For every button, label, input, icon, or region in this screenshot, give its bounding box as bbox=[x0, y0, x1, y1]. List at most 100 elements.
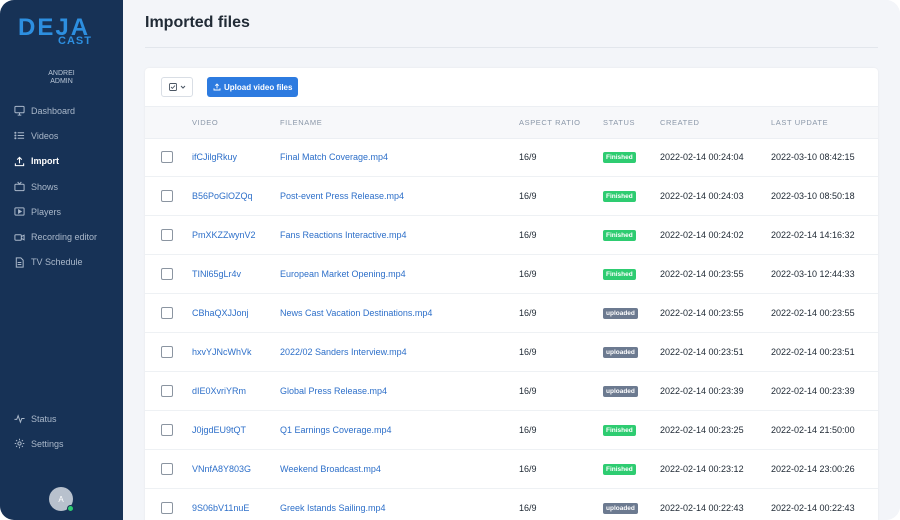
aspect-ratio: 16/9 bbox=[519, 191, 537, 201]
column-header-created[interactable]: CREATED bbox=[660, 107, 699, 138]
created-date: 2022-02-14 00:23:25 bbox=[660, 425, 744, 435]
sidebar-item-label: Recording editor bbox=[31, 232, 98, 243]
logo[interactable]: DEJA CAST bbox=[18, 16, 106, 47]
sidebar-item-status[interactable]: Status bbox=[0, 406, 123, 431]
status-badge: uploaded bbox=[603, 503, 638, 514]
sidebar-item-players[interactable]: Players bbox=[0, 199, 123, 224]
table-row: VNnfA8Y803G Weekend Broadcast.mp4 16/9 2022… bbox=[145, 450, 878, 489]
created-date: 2022-02-14 00:24:03 bbox=[660, 191, 744, 201]
column-header-filename[interactable]: FILENAME bbox=[280, 107, 322, 138]
sidebar-item-settings[interactable]: Settings bbox=[0, 431, 123, 456]
play-icon bbox=[14, 207, 25, 216]
row-checkbox[interactable] bbox=[161, 190, 173, 202]
row-checkbox[interactable] bbox=[161, 229, 173, 241]
gear-icon bbox=[14, 439, 25, 449]
row-checkbox[interactable] bbox=[161, 151, 173, 163]
column-header-video[interactable]: VIDEO bbox=[192, 107, 218, 138]
video-id-link[interactable]: PmXKZZwynV2 bbox=[192, 216, 256, 254]
filename-link[interactable]: Global Press Release.mp4 bbox=[280, 372, 387, 410]
sidebar-item-recording-editor[interactable]: Recording editor bbox=[0, 224, 123, 249]
sidebar-item-label: Dashboard bbox=[31, 105, 76, 116]
video-id-link[interactable]: dIE0XvriYRm bbox=[192, 372, 246, 410]
created-date: 2022-02-14 00:23:55 bbox=[660, 308, 744, 318]
video-id-link[interactable]: ifCJilgRkuy bbox=[192, 138, 237, 176]
logo-text-bottom: CAST bbox=[58, 35, 92, 47]
video-id-link[interactable]: TINl65gLr4v bbox=[192, 255, 241, 293]
column-header-aspect-ratio[interactable]: ASPECT RATIO bbox=[519, 107, 581, 138]
last-update-date: 2022-02-14 00:23:55 bbox=[771, 308, 855, 318]
table-row: PmXKZZwynV2 Fans Reactions Interactive.mp… bbox=[145, 216, 878, 255]
last-update-date: 2022-02-14 21:50:00 bbox=[771, 425, 855, 435]
filename-link[interactable]: 2022/02 Sanders Interview.mp4 bbox=[280, 333, 407, 371]
status-badge: uploaded bbox=[603, 347, 638, 358]
row-checkbox[interactable] bbox=[161, 502, 173, 514]
row-checkbox[interactable] bbox=[161, 346, 173, 358]
user-info: ANDREI ADMIN bbox=[0, 70, 123, 86]
created-date: 2022-02-14 00:23:55 bbox=[660, 269, 744, 279]
filename-link[interactable]: Fans Reactions Interactive.mp4 bbox=[280, 216, 407, 254]
row-checkbox[interactable] bbox=[161, 268, 173, 280]
table-body: ifCJilgRkuy Final Match Coverage.mp4 16/9 2… bbox=[145, 138, 878, 520]
status-badge: Finished bbox=[603, 425, 636, 436]
app-window: DEJA CAST ANDREI ADMIN Dashboard Videos … bbox=[0, 0, 900, 520]
filename-link[interactable]: European Market Opening.mp4 bbox=[280, 255, 406, 293]
created-date: 2022-02-14 00:22:43 bbox=[660, 503, 744, 513]
video-id-link[interactable]: B56PoGlOZQq bbox=[192, 177, 253, 215]
filename-link[interactable]: Q1 Earnings Coverage.mp4 bbox=[280, 411, 392, 449]
monitor-icon bbox=[14, 106, 25, 116]
files-card: Upload video files VIDEO FILENAME ASPECT… bbox=[145, 68, 878, 520]
created-date: 2022-02-14 00:24:04 bbox=[660, 152, 744, 162]
status-badge: Finished bbox=[603, 230, 636, 241]
table-row: ifCJilgRkuy Final Match Coverage.mp4 16/9 2… bbox=[145, 138, 878, 177]
video-id-link[interactable]: hxvYJNcWhVk bbox=[192, 333, 252, 371]
column-header-last-update[interactable]: LAST UPDATE bbox=[771, 107, 828, 138]
aspect-ratio: 16/9 bbox=[519, 152, 537, 162]
last-update-date: 2022-02-14 00:23:39 bbox=[771, 386, 855, 396]
status-badge: uploaded bbox=[603, 386, 638, 397]
sidebar-item-dashboard[interactable]: Dashboard bbox=[0, 98, 123, 123]
video-id-link[interactable]: J0jgdEU9tQT bbox=[192, 411, 246, 449]
sidebar-item-label: Status bbox=[31, 413, 57, 424]
filename-link[interactable]: Final Match Coverage.mp4 bbox=[280, 138, 388, 176]
video-id-link[interactable]: CBhaQXJJonj bbox=[192, 294, 249, 332]
row-checkbox[interactable] bbox=[161, 463, 173, 475]
sidebar-bottom-nav: Status Settings bbox=[0, 406, 123, 457]
document-icon bbox=[15, 257, 24, 268]
checkbox-icon bbox=[168, 83, 177, 91]
sidebar-item-label: Videos bbox=[31, 130, 59, 141]
aspect-ratio: 16/9 bbox=[519, 386, 537, 396]
sidebar: DEJA CAST ANDREI ADMIN Dashboard Videos … bbox=[0, 0, 123, 520]
page-title: Imported files bbox=[145, 14, 250, 31]
filename-link[interactable]: Weekend Broadcast.mp4 bbox=[280, 450, 381, 488]
list-icon bbox=[14, 132, 25, 140]
filename-link[interactable]: News Cast Vacation Destinations.mp4 bbox=[280, 294, 432, 332]
bulk-select-dropdown[interactable] bbox=[161, 77, 193, 97]
column-header-status[interactable]: STATUS bbox=[603, 107, 635, 138]
sidebar-item-import[interactable]: Import bbox=[0, 149, 123, 174]
sidebar-item-label: Import bbox=[31, 156, 59, 167]
status-badge: Finished bbox=[603, 269, 636, 280]
sidebar-item-label: Shows bbox=[31, 181, 59, 192]
sidebar-item-label: Settings bbox=[31, 438, 64, 449]
video-id-link[interactable]: 9S06bV11nuE bbox=[192, 489, 249, 520]
aspect-ratio: 16/9 bbox=[519, 269, 537, 279]
table-row: B56PoGlOZQq Post-event Press Release.mp4 1… bbox=[145, 177, 878, 216]
row-checkbox[interactable] bbox=[161, 385, 173, 397]
last-update-date: 2022-02-14 14:16:32 bbox=[771, 230, 855, 240]
sidebar-item-shows[interactable]: Shows bbox=[0, 174, 123, 199]
aspect-ratio: 16/9 bbox=[519, 425, 537, 435]
upload-video-files-button[interactable]: Upload video files bbox=[207, 77, 299, 97]
created-date: 2022-02-14 00:23:12 bbox=[660, 464, 744, 474]
filename-link[interactable]: Greek Istands Sailing.mp4 bbox=[280, 489, 386, 520]
status-badge: Finished bbox=[603, 152, 636, 163]
sidebar-item-tv-schedule[interactable]: TV Schedule bbox=[0, 250, 123, 275]
aspect-ratio: 16/9 bbox=[519, 308, 537, 318]
row-checkbox[interactable] bbox=[161, 307, 173, 319]
aspect-ratio: 16/9 bbox=[519, 347, 537, 357]
table-row: dIE0XvriYRm Global Press Release.mp4 16/9 2… bbox=[145, 372, 878, 411]
row-checkbox[interactable] bbox=[161, 424, 173, 436]
video-id-link[interactable]: VNnfA8Y803G bbox=[192, 450, 251, 488]
sidebar-item-videos[interactable]: Videos bbox=[0, 123, 123, 148]
filename-link[interactable]: Post-event Press Release.mp4 bbox=[280, 177, 404, 215]
last-update-date: 2022-02-14 23:00:26 bbox=[771, 464, 855, 474]
